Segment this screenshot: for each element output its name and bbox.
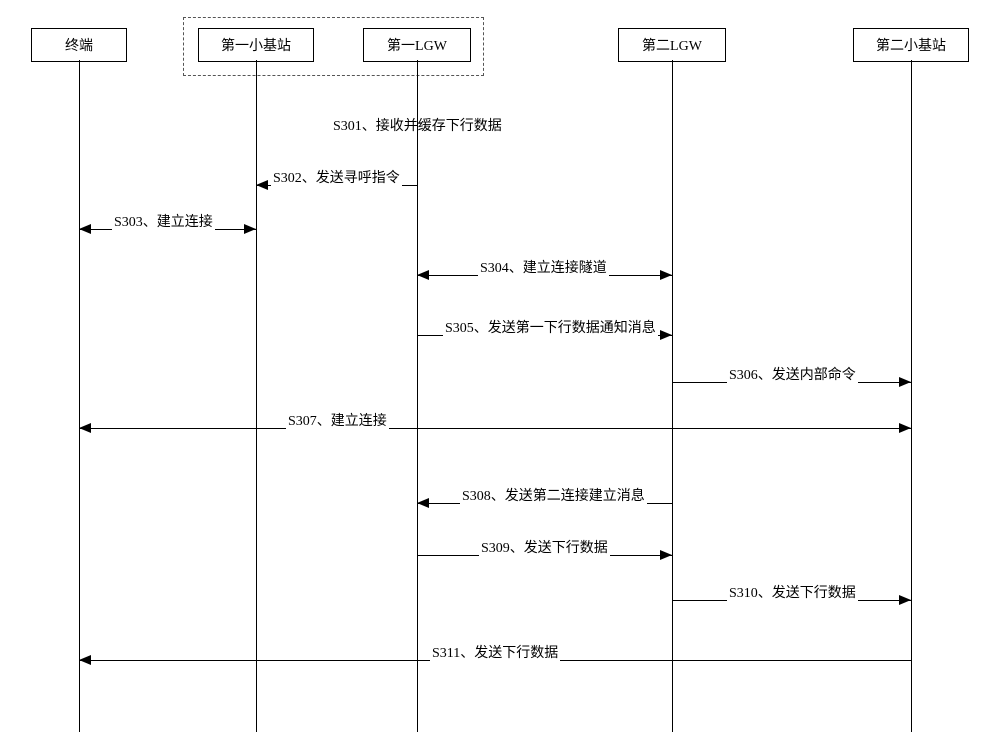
actor-lgw-2: 第二LGW (618, 28, 726, 62)
actor-lgw-1: 第一LGW (363, 28, 471, 62)
lifeline-small-bs-1 (256, 60, 257, 732)
msg-s309-arrow (660, 550, 672, 560)
msg-s305-arrow (660, 330, 672, 340)
msg-s303-label: S303、建立连接 (112, 211, 215, 231)
actor-lgw-1-label: 第一LGW (387, 35, 447, 55)
msg-s308-arrow (417, 498, 429, 508)
msg-s307-arrow-r (899, 423, 911, 433)
lifeline-lgw-2 (672, 60, 673, 732)
actor-small-bs-1-label: 第一小基站 (221, 35, 291, 55)
msg-s307-arrow-l (79, 423, 91, 433)
actor-small-bs-2-label: 第二小基站 (876, 35, 946, 55)
msg-s307-line (79, 428, 911, 429)
msg-s311-arrow (79, 655, 91, 665)
msg-s310-arrow (899, 595, 911, 605)
lifeline-small-bs-2 (911, 60, 912, 732)
msg-s306-arrow (899, 377, 911, 387)
msg-s303-arrow-l (79, 224, 91, 234)
msg-s301-label: S301、接收并缓存下行数据 (333, 115, 502, 135)
actor-lgw-2-label: 第二LGW (642, 35, 702, 55)
msg-s302-label: S302、发送寻呼指令 (271, 167, 402, 187)
msg-s305-label: S305、发送第一下行数据通知消息 (443, 317, 658, 337)
lifeline-lgw-1 (417, 60, 418, 732)
actor-small-bs-1: 第一小基站 (198, 28, 314, 62)
actor-small-bs-2: 第二小基站 (853, 28, 969, 62)
msg-s308-label: S308、发送第二连接建立消息 (460, 485, 647, 505)
msg-s304-label: S304、建立连接隧道 (478, 257, 609, 277)
msg-s309-label: S309、发送下行数据 (479, 537, 610, 557)
sequence-diagram: 终端 第一小基站 第一LGW 第二LGW 第二小基站 S301、接收并缓存下行数… (0, 0, 1000, 738)
msg-s304-arrow-r (660, 270, 672, 280)
msg-s304-arrow-l (417, 270, 429, 280)
msg-s307-label: S307、建立连接 (286, 410, 389, 430)
msg-s310-label: S310、发送下行数据 (727, 582, 858, 602)
msg-s302-arrow (256, 180, 268, 190)
lifeline-terminal (79, 60, 80, 732)
actor-terminal-label: 终端 (65, 35, 93, 55)
actor-terminal: 终端 (31, 28, 127, 62)
msg-s306-label: S306、发送内部命令 (727, 364, 858, 384)
msg-s311-label: S311、发送下行数据 (430, 642, 560, 662)
msg-s303-arrow-r (244, 224, 256, 234)
